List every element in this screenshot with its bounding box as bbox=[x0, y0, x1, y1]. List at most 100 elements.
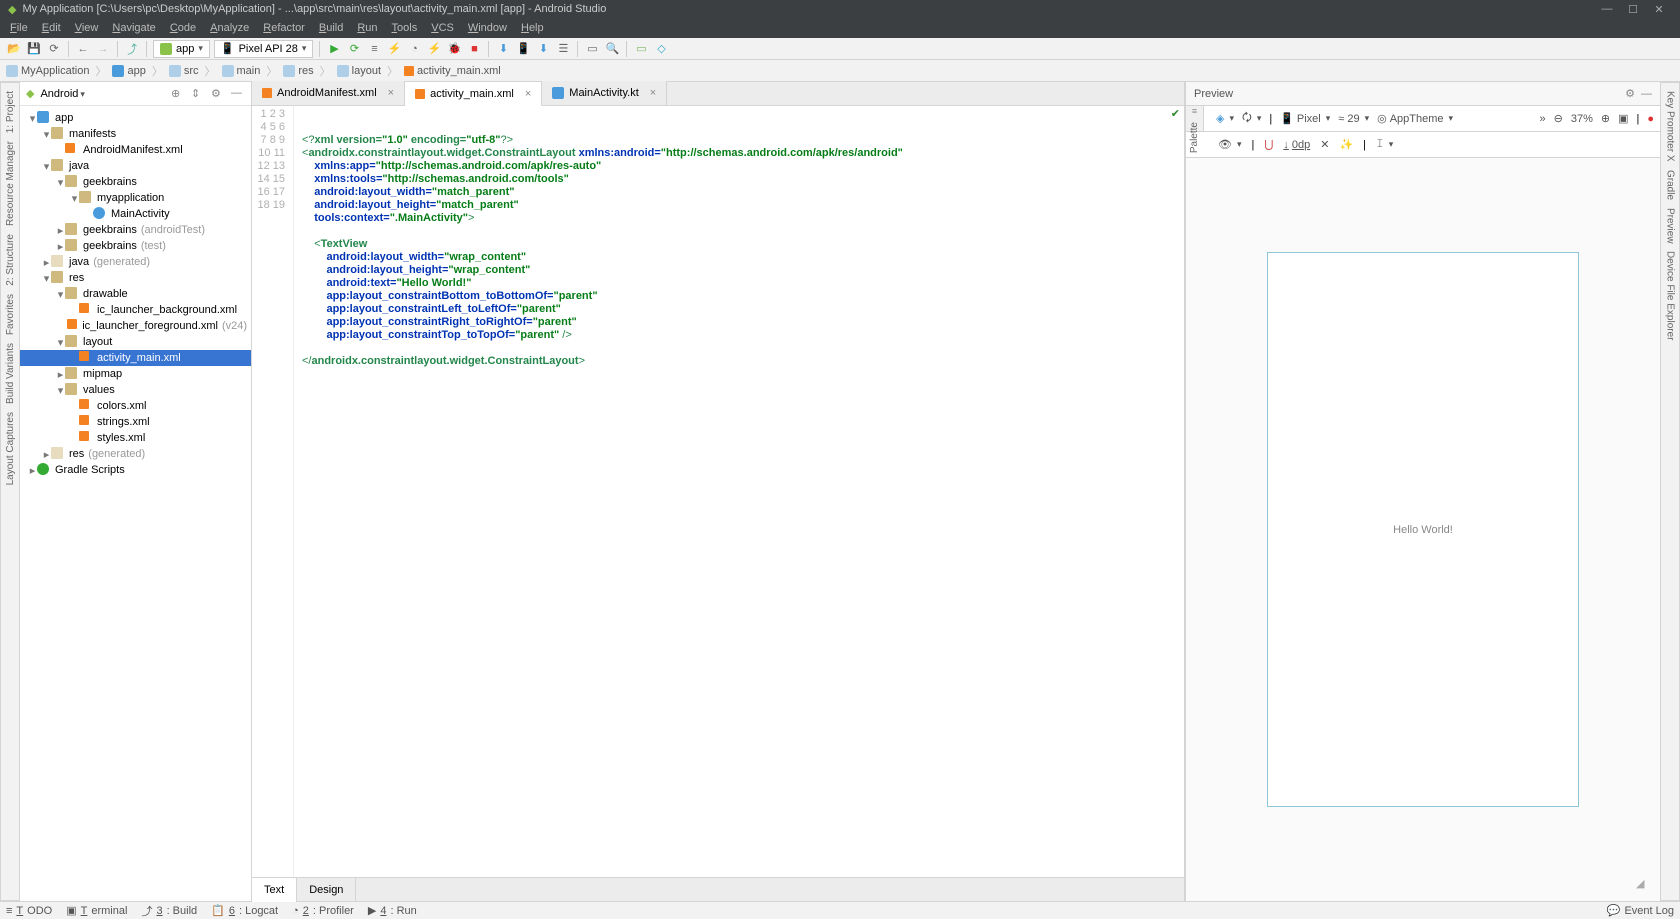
build-icon[interactable]: ⤴ bbox=[123, 39, 142, 58]
menu-refactor[interactable]: Refactor bbox=[257, 22, 311, 34]
more-icon[interactable]: » bbox=[1539, 113, 1545, 125]
rail-gradle[interactable]: Gradle bbox=[1665, 170, 1676, 200]
hide-panel-icon[interactable]: — bbox=[231, 87, 245, 101]
tree-item-geekbrains[interactable]: ▾geekbrains bbox=[20, 174, 251, 190]
menu-navigate[interactable]: Navigate bbox=[106, 22, 161, 34]
save-icon[interactable]: 💾 bbox=[26, 41, 42, 57]
magnet-icon[interactable]: ⋃ bbox=[1264, 138, 1273, 151]
code-content[interactable]: ✔ <?xml version="1.0" encoding="utf-8"?>… bbox=[294, 106, 1184, 877]
tree-item-styles-xml[interactable]: styles.xml bbox=[20, 430, 251, 446]
tree-item-myapplication[interactable]: ▾myapplication bbox=[20, 190, 251, 206]
avd-icon[interactable]: 📱 bbox=[515, 41, 531, 57]
rail-2-structure[interactable]: 2: Structure bbox=[5, 234, 16, 286]
tree-item-ic_launcher_foreground-xml[interactable]: ic_launcher_foreground.xml(v24) bbox=[20, 318, 251, 334]
gear-icon[interactable]: ⚙ bbox=[1625, 87, 1635, 100]
tree-item-app[interactable]: ▾app bbox=[20, 110, 251, 126]
editor-tab-mainactivity-kt[interactable]: MainActivity.kt× bbox=[542, 81, 667, 105]
forward-icon[interactable]: → bbox=[95, 41, 111, 57]
tree-item-gradle-scripts[interactable]: ▸Gradle Scripts bbox=[20, 462, 251, 478]
apply-changes-icon[interactable]: 🐞 bbox=[446, 41, 462, 57]
menu-code[interactable]: Code bbox=[164, 22, 202, 34]
tree-item-values[interactable]: ▾values bbox=[20, 382, 251, 398]
profile-icon[interactable]: ≡ bbox=[366, 41, 382, 57]
zoom-fit-icon[interactable]: ▣ bbox=[1618, 112, 1628, 125]
status-6-logcat[interactable]: 📋 6: Logcat bbox=[211, 903, 278, 919]
editor-mode-tab-design[interactable]: Design bbox=[297, 878, 356, 902]
tree-item-layout[interactable]: ▾layout bbox=[20, 334, 251, 350]
tree-item-geekbrains[interactable]: ▸geekbrains(test) bbox=[20, 238, 251, 254]
maximize-button[interactable]: ☐ bbox=[1620, 3, 1646, 16]
gear-icon[interactable]: ⚙ bbox=[211, 87, 225, 101]
pack-icon[interactable]: 𝙸 bbox=[1376, 138, 1393, 151]
orientation-icon[interactable]: 🗘 bbox=[1242, 109, 1261, 128]
back-icon[interactable]: ← bbox=[75, 41, 91, 57]
device-combo[interactable]: 📱 Pixel API 28 ▾ bbox=[214, 40, 314, 58]
close-button[interactable]: ✕ bbox=[1646, 3, 1672, 16]
coverage-icon[interactable]: ◔ bbox=[406, 41, 422, 57]
surface-icon[interactable]: ◈ bbox=[1216, 112, 1234, 125]
tree-item-mipmap[interactable]: ▸mipmap bbox=[20, 366, 251, 382]
resize-handle-icon[interactable]: ◢ bbox=[1636, 877, 1650, 891]
zoom-in-icon[interactable]: ⊕ bbox=[1601, 112, 1610, 125]
tree-item-res[interactable]: ▸res(generated) bbox=[20, 446, 251, 462]
project-tree[interactable]: ▾app▾manifestsAndroidManifest.xml▾java▾g… bbox=[20, 106, 251, 901]
breadcrumb-src[interactable]: src bbox=[169, 65, 199, 77]
collapse-icon[interactable]: ⇕ bbox=[191, 87, 205, 101]
preview-canvas[interactable]: Hello World! ◢ bbox=[1186, 158, 1660, 901]
editor-tab-androidmanifest-xml[interactable]: AndroidManifest.xml× bbox=[252, 81, 405, 105]
tree-item-java[interactable]: ▸java(generated) bbox=[20, 254, 251, 270]
tree-item-ic_launcher_background-xml[interactable]: ic_launcher_background.xml bbox=[20, 302, 251, 318]
code-editor[interactable]: 1 2 3 4 5 6 7 8 9 10 11 12 13 14 15 16 1… bbox=[252, 106, 1184, 877]
menu-file[interactable]: File bbox=[4, 22, 34, 34]
status-todo[interactable]: ≡ TODO bbox=[6, 903, 52, 919]
run-icon[interactable]: ▶ bbox=[326, 41, 342, 57]
locate-icon[interactable]: ⊕ bbox=[171, 87, 185, 101]
breadcrumb-activity_main-xml[interactable]: activity_main.xml bbox=[404, 65, 501, 77]
preview-device-selector[interactable]: 📱 Pixel bbox=[1280, 112, 1330, 125]
sdk-icon[interactable]: ⬇ bbox=[535, 41, 551, 57]
stop-icon[interactable]: ■ bbox=[466, 41, 482, 57]
rail-resource-manager[interactable]: Resource Manager bbox=[5, 141, 16, 226]
rail-layout-captures[interactable]: Layout Captures bbox=[5, 412, 16, 485]
vcs-update-icon[interactable]: ⬇ bbox=[495, 41, 511, 57]
hide-panel-icon[interactable]: — bbox=[1641, 88, 1652, 100]
run-config-combo[interactable]: app ▾ bbox=[153, 40, 210, 58]
rail-device-file-explorer[interactable]: Device File Explorer bbox=[1665, 251, 1676, 340]
event-log-button[interactable]: 💬 Event Log bbox=[1607, 904, 1674, 917]
more-icon[interactable]: ☰ bbox=[555, 41, 571, 57]
rail-1-project[interactable]: 1: Project bbox=[5, 91, 16, 133]
hotswap-icon[interactable]: ⚡ bbox=[426, 41, 442, 57]
close-tab-icon[interactable]: × bbox=[650, 87, 656, 99]
status-3-build[interactable]: ⤴ 3: Build bbox=[141, 903, 197, 919]
menu-run[interactable]: Run bbox=[351, 22, 383, 34]
minimize-button[interactable]: — bbox=[1594, 3, 1620, 15]
tree-item-drawable[interactable]: ▾drawable bbox=[20, 286, 251, 302]
rail-build-variants[interactable]: Build Variants bbox=[5, 343, 16, 404]
project-view-selector[interactable]: Android bbox=[40, 88, 84, 100]
structure-icon[interactable]: ▭ bbox=[584, 41, 600, 57]
rail-favorites[interactable]: Favorites bbox=[5, 294, 16, 335]
status-4-run[interactable]: ▶ 4: Run bbox=[368, 903, 417, 919]
debug-icon[interactable]: ⟳ bbox=[346, 41, 362, 57]
status-terminal[interactable]: ▣ Terminal bbox=[66, 903, 127, 919]
editor-tab-activity_main-xml[interactable]: activity_main.xml× bbox=[405, 82, 542, 106]
menu-vcs[interactable]: VCS bbox=[425, 22, 460, 34]
tree-item-mainactivity[interactable]: MainActivity bbox=[20, 206, 251, 222]
close-tab-icon[interactable]: × bbox=[525, 88, 531, 100]
breadcrumb-main[interactable]: main bbox=[222, 65, 261, 77]
tree-item-geekbrains[interactable]: ▸geekbrains(androidTest) bbox=[20, 222, 251, 238]
menu-window[interactable]: Window bbox=[462, 22, 513, 34]
attach-debugger-icon[interactable]: ⚡ bbox=[386, 41, 402, 57]
menu-edit[interactable]: Edit bbox=[36, 22, 67, 34]
infer-constraints-icon[interactable]: ✨ bbox=[1339, 138, 1353, 151]
running-devices-icon[interactable]: ▭ bbox=[633, 41, 649, 57]
preview-theme-selector[interactable]: ◎ AppTheme bbox=[1377, 112, 1453, 125]
close-tab-icon[interactable]: × bbox=[388, 87, 394, 99]
tree-item-androidmanifest-xml[interactable]: AndroidManifest.xml bbox=[20, 142, 251, 158]
search-icon[interactable]: 🔍 bbox=[604, 41, 620, 57]
tree-item-manifests[interactable]: ▾manifests bbox=[20, 126, 251, 142]
rail-preview[interactable]: Preview bbox=[1665, 208, 1676, 244]
breadcrumb-app[interactable]: app bbox=[112, 65, 145, 77]
preview-textview[interactable]: Hello World! bbox=[1393, 524, 1453, 536]
breadcrumb-res[interactable]: res bbox=[283, 65, 313, 77]
